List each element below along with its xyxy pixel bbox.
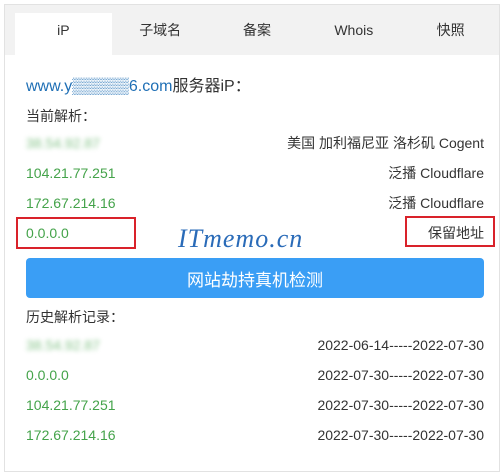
tab-ip[interactable]: iP <box>15 13 112 55</box>
tab-bar: iP 子域名 备案 Whois 快照 <box>5 5 499 55</box>
history-ip: 104.21.77.251 <box>26 397 116 413</box>
domain-name[interactable]: www.y▒▒▒▒▒6.com <box>26 78 172 95</box>
current-ip: 104.21.77.251 <box>26 165 116 181</box>
history-row: 172.67.214.16 2022-07-30-----2022-07-30 <box>26 423 484 447</box>
history-date-range: 2022-07-30-----2022-07-30 <box>317 397 484 413</box>
current-row: 104.21.77.251 泛播 Cloudflare <box>26 161 484 185</box>
current-location: 美国 加利福尼亚 洛杉矶 Cogent <box>287 135 484 151</box>
tab-snapshot[interactable]: 快照 <box>402 13 499 55</box>
current-location: 泛播 Cloudflare <box>388 195 484 211</box>
tab-whois[interactable]: Whois <box>305 13 402 55</box>
tab-icp[interactable]: 备案 <box>209 13 306 55</box>
current-location: 保留地址 <box>428 225 484 241</box>
history-date-range: 2022-06-14-----2022-07-30 <box>317 337 484 353</box>
history-ip: 0.0.0.0 <box>26 367 69 383</box>
history-row: 0.0.0.0 2022-07-30-----2022-07-30 <box>26 363 484 387</box>
history-label: 历史解析记录： <box>26 309 124 325</box>
history-ip: 38.54.92.87 <box>26 337 100 353</box>
current-ip: 0.0.0.0 <box>26 225 69 241</box>
domain-suffix: 服务器iP： <box>172 78 251 95</box>
tab-subdomain[interactable]: 子域名 <box>112 13 209 55</box>
current-ip: 38.54.92.87 <box>26 135 100 151</box>
hijack-detect-button[interactable]: 网站劫持真机检测 <box>26 258 484 298</box>
history-row: 38.54.92.87 2022-06-14-----2022-07-30 <box>26 333 484 357</box>
current-ip: 172.67.214.16 <box>26 195 116 211</box>
history-row: 104.21.77.251 2022-07-30-----2022-07-30 <box>26 393 484 417</box>
current-row: 38.54.92.87 美国 加利福尼亚 洛杉矶 Cogent <box>26 131 484 155</box>
current-resolution-label: 当前解析： <box>26 108 96 124</box>
current-row: 172.67.214.16 泛播 Cloudflare <box>26 191 484 215</box>
history-ip: 172.67.214.16 <box>26 427 116 443</box>
history-date-range: 2022-07-30-----2022-07-30 <box>317 367 484 383</box>
domain-heading: www.y▒▒▒▒▒6.com服务器iP： <box>26 72 251 96</box>
history-date-range: 2022-07-30-----2022-07-30 <box>317 427 484 443</box>
watermark-text: ITmemo.cn <box>178 224 304 253</box>
current-location: 泛播 Cloudflare <box>388 165 484 181</box>
